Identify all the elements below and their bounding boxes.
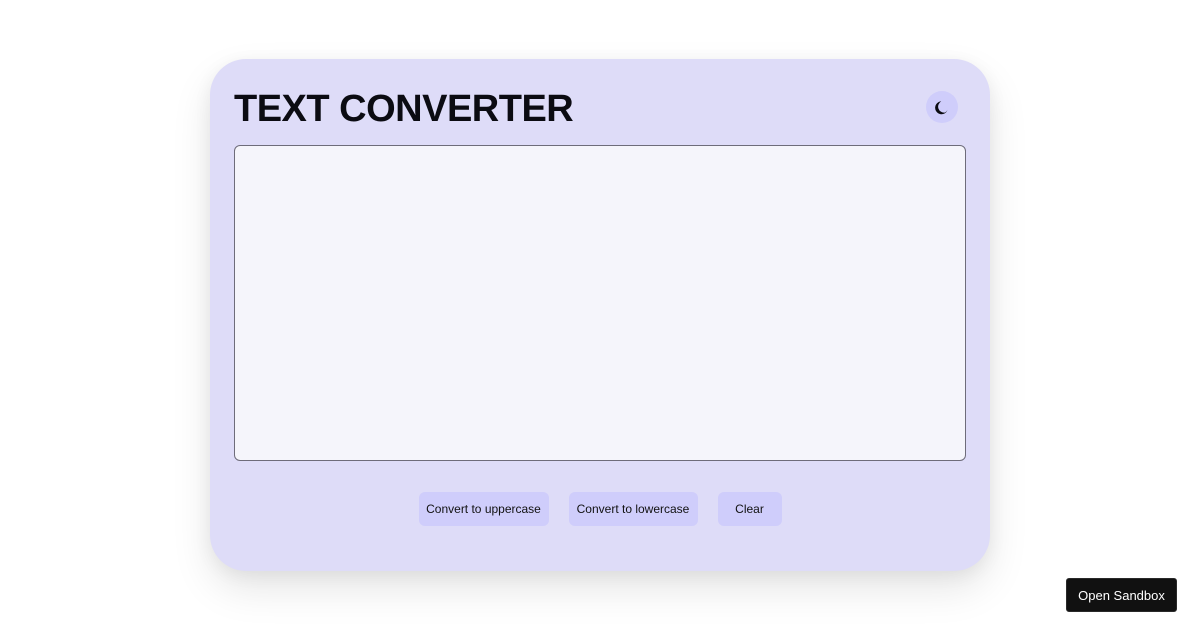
open-sandbox-button[interactable]: Open Sandbox <box>1066 578 1177 612</box>
convert-uppercase-button[interactable]: Convert to uppercase <box>418 492 549 526</box>
theme-toggle-button[interactable] <box>926 91 958 123</box>
page-title: TEXT CONVERTER <box>234 88 574 130</box>
moon-icon <box>934 99 950 115</box>
converter-card: TEXT CONVERTER Convert to uppercase Conv… <box>210 59 990 571</box>
text-input[interactable] <box>234 145 966 461</box>
page: TEXT CONVERTER Convert to uppercase Conv… <box>0 0 1200 630</box>
convert-lowercase-button[interactable]: Convert to lowercase <box>568 492 698 526</box>
clear-button[interactable]: Clear <box>717 492 782 526</box>
action-buttons: Convert to uppercase Convert to lowercas… <box>210 492 990 526</box>
